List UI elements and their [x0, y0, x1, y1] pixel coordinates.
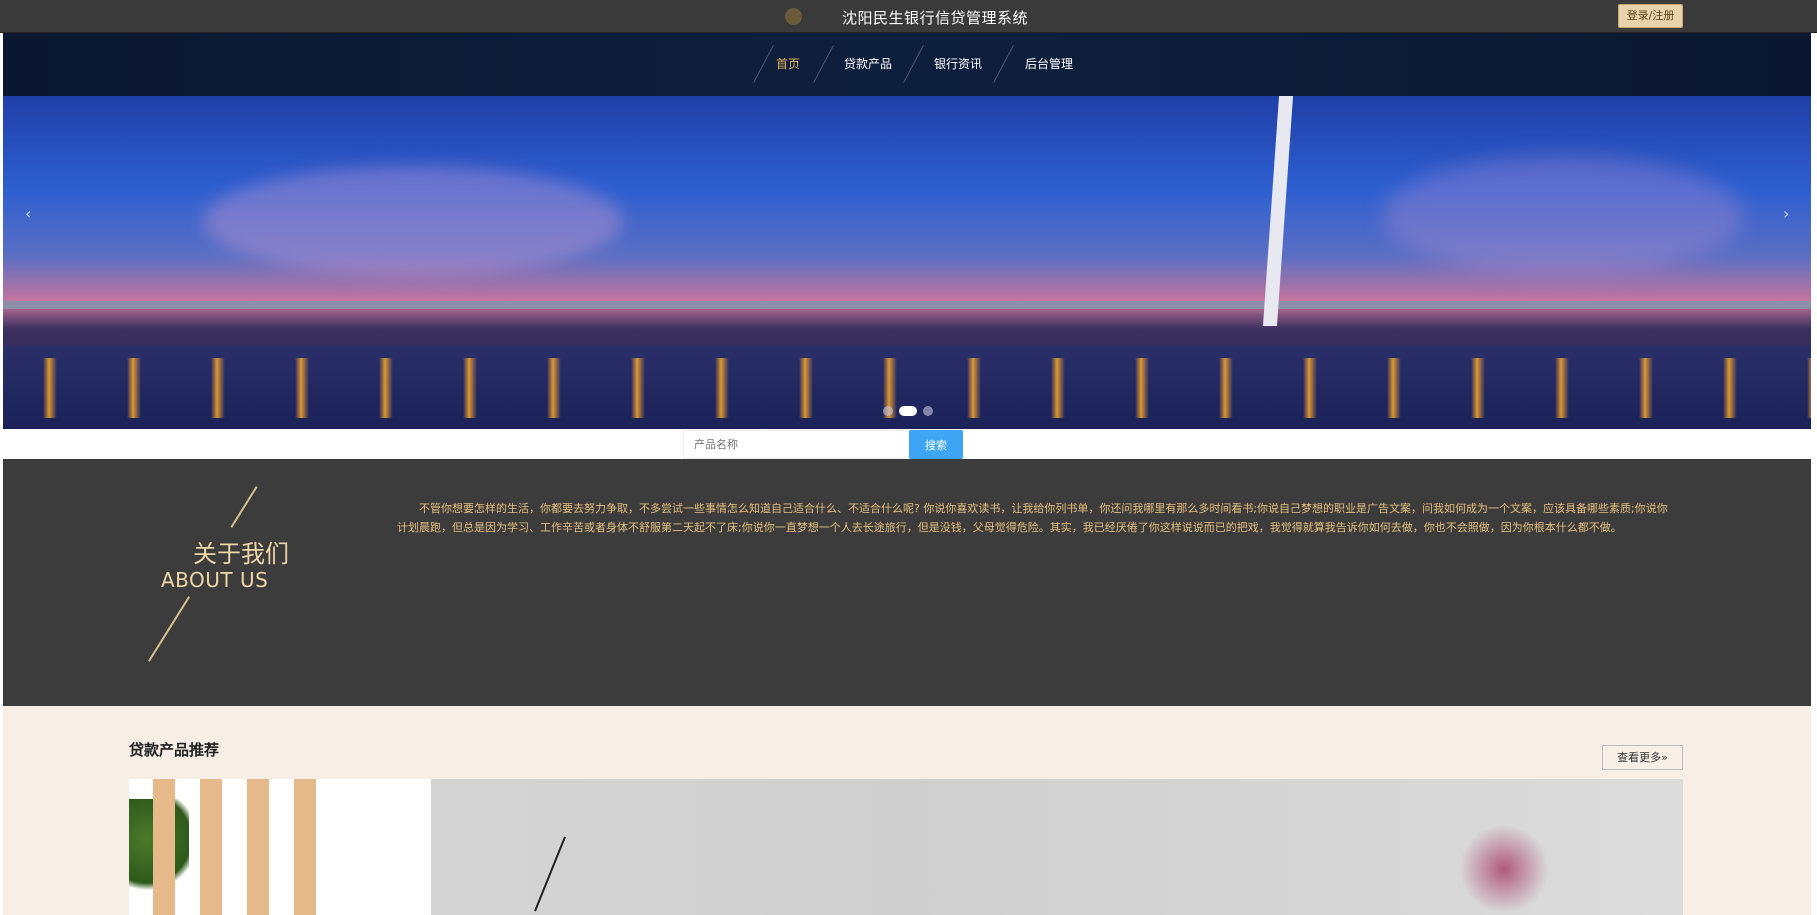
product-image-left-panel — [129, 779, 431, 915]
carousel-dot[interactable] — [923, 406, 933, 416]
nav-item-home[interactable]: 首页 — [776, 55, 800, 72]
search-bar: 搜索 — [3, 429, 1811, 459]
wood-plank — [153, 779, 175, 915]
carousel-indicators — [883, 406, 933, 416]
page: 沈阳民生银行信贷管理系统 登录/注册 首页 贷款产品 银行资讯 后台管理 ‹ ›… — [0, 0, 1817, 915]
nav-item-loan-products[interactable]: 贷款产品 — [844, 55, 892, 72]
nav-divider — [753, 45, 774, 83]
nav-divider — [903, 45, 924, 83]
nav-item-admin[interactable]: 后台管理 — [1025, 55, 1073, 72]
product-image[interactable] — [129, 779, 1683, 915]
floor-lamp-decoration — [534, 836, 566, 912]
hero-carousel[interactable]: ‹ › — [3, 96, 1811, 429]
chevron-left-icon[interactable]: ‹ — [25, 204, 31, 223]
about-title-cn: 关于我们 — [193, 540, 289, 568]
products-section-title: 贷款产品推荐 — [129, 741, 220, 759]
decorative-line — [148, 596, 190, 662]
carousel-dot[interactable] — [883, 406, 893, 416]
flower-decoration — [1459, 824, 1549, 914]
nav-item-bank-news[interactable]: 银行资讯 — [934, 55, 982, 72]
site-title: 沈阳民生银行信贷管理系统 — [842, 9, 1029, 27]
banner-cloud — [1383, 156, 1743, 276]
main-nav: 首页 贷款产品 银行资讯 后台管理 — [3, 33, 1811, 96]
chevron-right-icon[interactable]: › — [1783, 204, 1789, 223]
logo-icon — [785, 8, 802, 25]
search-button[interactable]: 搜索 — [909, 430, 963, 459]
wood-plank — [294, 779, 316, 915]
about-section: 关于我们 ABOUT US 不管你想要怎样的生活，你都要去努力争取，不多尝试一些… — [3, 459, 1811, 706]
nav-divider — [993, 45, 1014, 83]
nav-divider — [813, 45, 834, 83]
product-name-search-input[interactable] — [683, 430, 911, 459]
decorative-line — [230, 486, 258, 528]
wood-plank — [247, 779, 269, 915]
top-header-bar: 沈阳民生银行信贷管理系统 登录/注册 — [0, 0, 1817, 33]
banner-bridge-deck — [3, 301, 1811, 309]
view-more-button[interactable]: 查看更多» — [1602, 745, 1683, 770]
banner-cloud — [203, 166, 623, 276]
products-section: 贷款产品推荐 查看更多» — [3, 706, 1811, 915]
about-text: 不管你想要怎样的生活，你都要去努力争取，不多尝试一些事情怎么知道自己适合什么、不… — [397, 502, 1668, 534]
wood-plank — [200, 779, 222, 915]
carousel-dot-active[interactable] — [899, 406, 917, 416]
login-register-button[interactable]: 登录/注册 — [1618, 4, 1683, 28]
banner-bridge-pylon — [1262, 96, 1294, 326]
about-title-en: ABOUT US — [161, 568, 269, 592]
